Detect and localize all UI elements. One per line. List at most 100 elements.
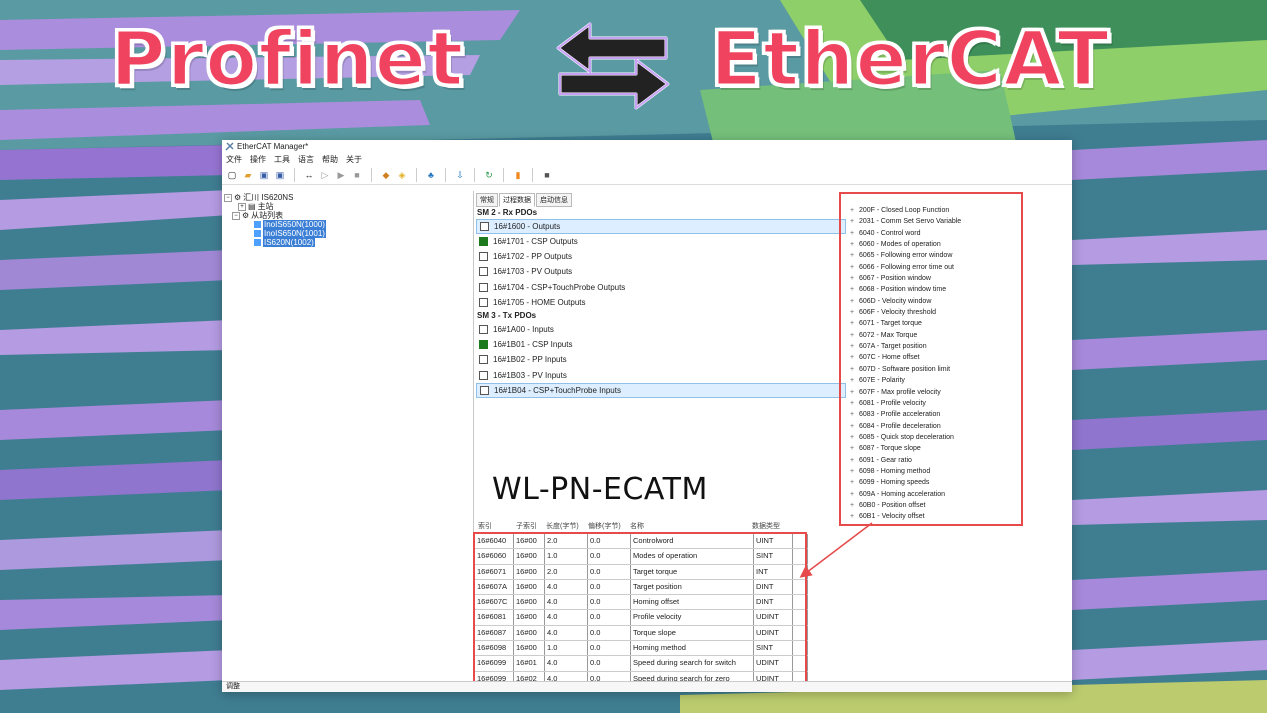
- expand-icon[interactable]: +: [238, 202, 246, 211]
- product-label: WL-PN-ECATM: [492, 472, 708, 507]
- menu-file[interactable]: 文件: [226, 154, 242, 165]
- menu-about[interactable]: 关于: [346, 154, 362, 165]
- download-icon[interactable]: ⇩: [454, 169, 466, 181]
- document-icon[interactable]: ▮: [512, 169, 524, 181]
- pdo-checkbox[interactable]: [479, 252, 488, 262]
- pdo-checkbox[interactable]: [479, 237, 488, 247]
- tree-root-label: 汇川 IS620NS: [243, 193, 294, 202]
- tab-general[interactable]: 常规: [476, 193, 498, 207]
- servo-icon: [254, 221, 261, 228]
- tree-root[interactable]: − ⚙ 汇川 IS620NS: [224, 193, 474, 202]
- pdo-item[interactable]: 16#1701 - CSP Outputs: [476, 234, 846, 249]
- pdo-item[interactable]: 16#1702 - PP Outputs: [476, 249, 846, 264]
- column-header[interactable]: 索引: [476, 522, 514, 532]
- pdo-checkbox[interactable]: [479, 340, 488, 350]
- pdo-checkbox[interactable]: [479, 355, 488, 365]
- toolbar: ▢ ▰ ▣ ▣ ↔ ▷ ▶ ■ ◆ ◈ ♣ ⇩ ↻ ▮ ■: [222, 166, 1072, 185]
- highlight-box-objects: [839, 192, 1023, 526]
- info-icon[interactable]: ■: [541, 169, 553, 181]
- ethercat-manager-window: EtherCAT Manager* 文件 操作 工具 语言 帮助 关于 ▢ ▰ …: [222, 140, 1072, 692]
- device-icon: ⚙: [234, 193, 242, 202]
- pdo-item[interactable]: 16#1B02 - PP Inputs: [476, 352, 846, 367]
- headline-profinet: Profinet: [109, 13, 465, 105]
- tree-device-1001[interactable]: InoIS650N(1001): [224, 229, 474, 238]
- servo-icon: [254, 230, 261, 237]
- pdo-checkbox[interactable]: [479, 267, 488, 277]
- toolbar-divider: [294, 168, 295, 182]
- menu-tools[interactable]: 工具: [274, 154, 290, 165]
- save-icon[interactable]: ▣: [258, 169, 270, 181]
- pdo-item[interactable]: 16#1B03 - PV Inputs: [476, 368, 846, 383]
- column-header[interactable]: 数据类型: [750, 522, 788, 532]
- pdo-label: 16#1B04 - CSP+TouchProbe Inputs: [494, 385, 621, 395]
- servo-icon: [254, 239, 261, 246]
- pdo-item[interactable]: 16#1703 - PV Outputs: [476, 264, 846, 279]
- headline-ethercat: EtherCAT: [709, 13, 1111, 105]
- open-folder-icon[interactable]: ▰: [242, 169, 254, 181]
- collapse-icon[interactable]: −: [224, 193, 232, 202]
- pdo-label: 16#1703 - PV Outputs: [493, 267, 573, 277]
- app-icon: [225, 142, 234, 151]
- tree-device-label: IS620N(1002): [263, 238, 315, 247]
- tree-slave-list[interactable]: − ⚙ 从站列表: [224, 211, 474, 220]
- pdo-checkbox[interactable]: [479, 370, 488, 380]
- menu-bar: 文件 操作 工具 语言 帮助 关于: [222, 153, 1072, 166]
- collapse-icon[interactable]: −: [232, 211, 240, 220]
- config-icon[interactable]: ◆: [380, 169, 392, 181]
- pdo-item[interactable]: 16#1704 - CSP+TouchProbe Outputs: [476, 280, 846, 295]
- toolbar-divider: [532, 168, 533, 182]
- stop-icon[interactable]: ■: [351, 169, 363, 181]
- column-header[interactable]: 偏移(字节): [586, 522, 628, 532]
- pdo-label: 16#1A00 - Inputs: [493, 325, 554, 335]
- tree-device-label: InoIS650N(1001): [263, 229, 326, 238]
- pdo-label: 16#1B03 - PV Inputs: [493, 370, 567, 380]
- sm2-title: SM 2 - Rx PDOs: [477, 208, 538, 217]
- tree-device-label: InoIS650N(1000): [263, 220, 326, 229]
- pdo-label: 16#1704 - CSP+TouchProbe Outputs: [493, 282, 626, 292]
- tree-slave-list-label: 从站列表: [251, 211, 284, 220]
- refresh-icon[interactable]: ↻: [483, 169, 495, 181]
- pdo-item[interactable]: 16#1B04 - CSP+TouchProbe Inputs: [476, 382, 846, 398]
- column-header[interactable]: 长度(字节): [544, 522, 586, 532]
- highlight-box-table: [473, 532, 807, 691]
- pdo-label: 16#1B01 - CSP Inputs: [493, 340, 573, 350]
- column-header[interactable]: 子索引: [514, 522, 544, 532]
- step-icon[interactable]: ▶: [335, 169, 347, 181]
- column-header[interactable]: 名称: [628, 522, 750, 532]
- toolbar-divider: [445, 168, 446, 182]
- tab-startup[interactable]: 启动信息: [536, 193, 572, 207]
- pdo-checkbox[interactable]: [480, 385, 489, 395]
- pdo-item[interactable]: 16#1B01 - CSP Inputs: [476, 337, 846, 352]
- tab-process-data[interactable]: 过程数据: [499, 193, 535, 207]
- pdo-checkbox[interactable]: [479, 297, 488, 307]
- save-all-icon[interactable]: ▣: [274, 169, 286, 181]
- pdo-label: 16#1B02 - PP Inputs: [493, 355, 567, 365]
- pdo-item[interactable]: 16#1A00 - Inputs: [476, 322, 846, 337]
- network-icon[interactable]: ♣: [425, 169, 437, 181]
- pdo-checkbox[interactable]: [479, 325, 488, 335]
- tree-device-1002[interactable]: IS620N(1002): [224, 238, 474, 247]
- pdo-label: 16#1705 - HOME Outputs: [493, 297, 586, 307]
- table-header: 索引 子索引 长度(字节) 偏移(字节) 名称 数据类型: [476, 522, 788, 532]
- tree-master[interactable]: + ▤ 主站: [224, 202, 474, 211]
- menu-help[interactable]: 帮助: [322, 154, 338, 165]
- tab-bar: 常规 过程数据 启动信息: [476, 193, 572, 207]
- pdo-label: 16#1600 - Outputs: [494, 222, 561, 231]
- headline: Profinet EtherCAT: [0, 8, 1267, 110]
- title-bar: EtherCAT Manager*: [222, 140, 1072, 153]
- toolbar-divider: [371, 168, 372, 182]
- pdo-label: 16#1702 - PP Outputs: [493, 252, 573, 262]
- tree-device-1000[interactable]: InoIS650N(1000): [224, 220, 474, 229]
- new-file-icon[interactable]: ▢: [226, 169, 238, 181]
- menu-language[interactable]: 语言: [298, 154, 314, 165]
- pdo-item[interactable]: 16#1705 - HOME Outputs: [476, 295, 846, 310]
- pdo-item[interactable]: 16#1600 - Outputs: [476, 219, 846, 234]
- play-icon[interactable]: ▷: [319, 169, 331, 181]
- window-title: EtherCAT Manager*: [237, 142, 309, 151]
- menu-operate[interactable]: 操作: [250, 154, 266, 165]
- connect-icon[interactable]: ↔: [303, 169, 315, 181]
- pdo-checkbox[interactable]: [480, 222, 489, 231]
- pdo-list: SM 2 - Rx PDOs 16#1600 - Outputs 16#1701 …: [476, 207, 846, 398]
- scan-icon[interactable]: ◈: [396, 169, 408, 181]
- pdo-checkbox[interactable]: [479, 282, 488, 292]
